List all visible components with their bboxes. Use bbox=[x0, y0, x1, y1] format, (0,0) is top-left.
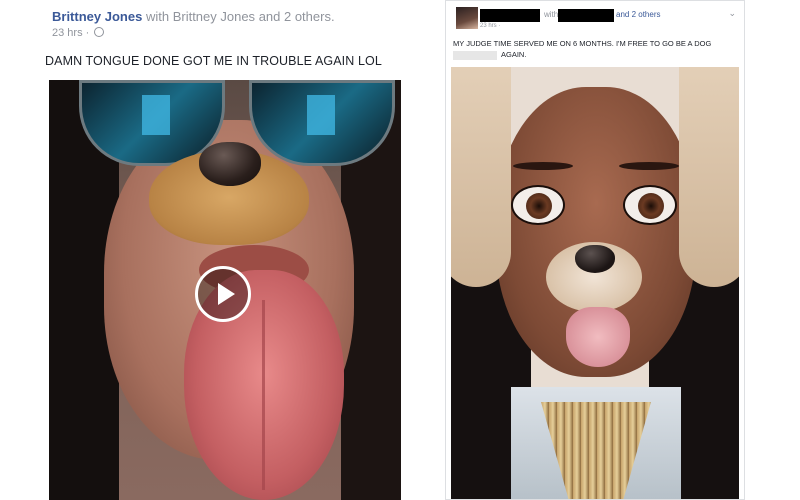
avatar[interactable] bbox=[456, 7, 478, 29]
with-label: with bbox=[145, 9, 170, 24]
photo-dog-nose bbox=[575, 245, 615, 273]
photo-tongue bbox=[566, 307, 630, 367]
post-video[interactable] bbox=[49, 80, 401, 500]
redacted-name bbox=[480, 9, 540, 22]
photo-eye-right bbox=[623, 185, 677, 225]
play-icon bbox=[218, 283, 235, 305]
post-photo[interactable] bbox=[451, 67, 739, 499]
photo-brow-right bbox=[619, 162, 679, 170]
others-link[interactable]: and 2 others bbox=[616, 10, 660, 19]
post-header: Brittney Jones with Brittney Jones and 2… bbox=[52, 9, 335, 24]
play-button[interactable] bbox=[195, 266, 251, 322]
with-label: with bbox=[544, 10, 559, 19]
photo-brow-left bbox=[513, 162, 573, 170]
post-caption: DAMN TONGUE DONE GOT ME IN TROUBLE AGAIN… bbox=[45, 54, 382, 68]
redacted-tagged-name bbox=[558, 9, 614, 22]
post-meta: 23 hrs · bbox=[52, 27, 105, 39]
globe-icon bbox=[94, 27, 105, 37]
chevron-down-icon[interactable]: ⌄ bbox=[728, 8, 736, 19]
right-post: with and 2 others 23 hrs · ⌄ MY JUDGE TI… bbox=[445, 0, 745, 500]
redacted-mention bbox=[453, 51, 497, 60]
photo-eye-left bbox=[511, 185, 565, 225]
timestamp[interactable]: 23 hrs · bbox=[480, 23, 500, 29]
post-caption-end: AGAIN. bbox=[501, 50, 527, 59]
photo-dog-ear-left bbox=[451, 67, 511, 287]
post-caption: MY JUDGE TIME SERVED ME ON 6 MONTHS. I'M… bbox=[453, 39, 712, 48]
left-post: Brittney Jones with Brittney Jones and 2… bbox=[0, 0, 420, 500]
photo-dog-ear-right bbox=[679, 67, 739, 287]
author-name-link[interactable]: Brittney Jones bbox=[52, 9, 142, 24]
photo-tongue-crease bbox=[262, 300, 265, 490]
tagged-name-link[interactable]: Brittney Jones bbox=[173, 9, 255, 24]
photo-dog-nose bbox=[199, 142, 261, 186]
timestamp[interactable]: 23 hrs · bbox=[52, 27, 89, 39]
others-link[interactable]: and 2 others. bbox=[259, 9, 335, 24]
